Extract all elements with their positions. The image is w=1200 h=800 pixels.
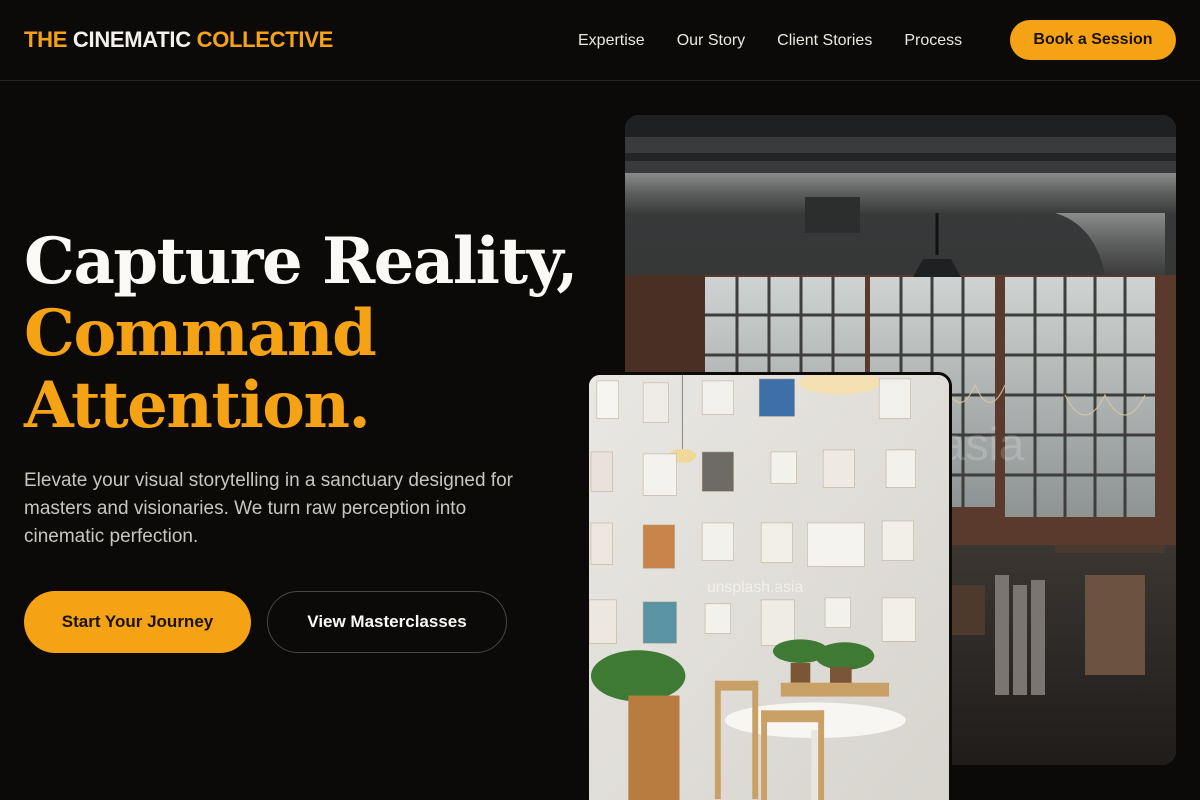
site-header: THE CINEMATIC COLLECTIVE Expertise Our S… — [0, 0, 1200, 81]
brand-logo[interactable]: THE CINEMATIC COLLECTIVE — [24, 27, 333, 53]
book-session-button[interactable]: Book a Session — [1010, 20, 1176, 60]
hero-description: Elevate your visual storytelling in a sa… — [24, 470, 513, 547]
brand-logo-part-2: CINEMATIC — [72, 27, 191, 52]
nav-link-client-stories[interactable]: Client Stories — [777, 32, 872, 50]
main-nav: Expertise Our Story Client Stories Proce… — [578, 0, 962, 81]
studio-wall-photo: unsplash.asia — [586, 372, 952, 800]
brand-logo-part-3: COLLECTIVE — [196, 27, 334, 52]
view-masterclasses-button[interactable]: View Masterclasses — [267, 591, 507, 653]
back-image-watermark: asia — [940, 418, 1025, 470]
headline-line-1: Capture Reality, — [24, 224, 578, 299]
headline-line-2: Command — [24, 296, 377, 371]
brand-logo-part-1: THE — [24, 27, 68, 52]
headline-line-3: Attention. — [24, 368, 371, 443]
hero-headline: Capture Reality, Command Attention. — [24, 224, 578, 443]
nav-link-expertise[interactable]: Expertise — [578, 32, 645, 50]
start-journey-button[interactable]: Start Your Journey — [24, 591, 251, 653]
front-image-watermark: unsplash.asia — [707, 579, 803, 596]
nav-link-process[interactable]: Process — [904, 32, 962, 50]
nav-link-our-story[interactable]: Our Story — [677, 32, 745, 50]
